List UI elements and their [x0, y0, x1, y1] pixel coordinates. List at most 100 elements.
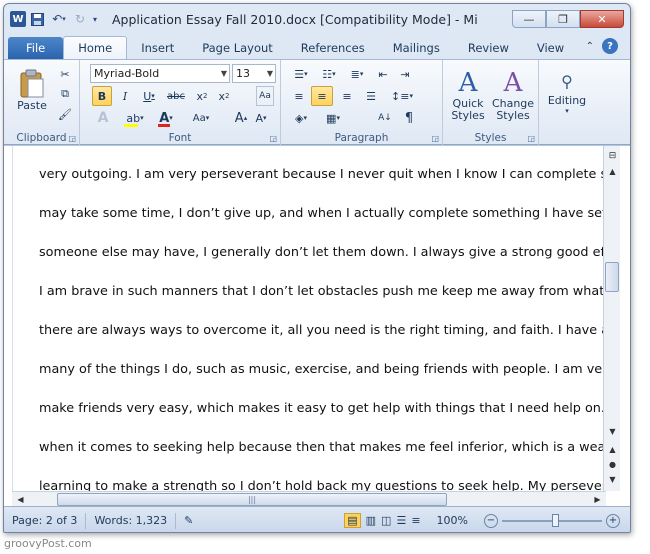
grow-font-icon[interactable]: A ▴: [232, 108, 250, 128]
minimize-ribbon-icon[interactable]: ⌃: [586, 41, 594, 52]
document-line: there are always ways to overcome it, al…: [39, 323, 606, 338]
vertical-scroll-thumb[interactable]: [605, 262, 619, 292]
zoom-level[interactable]: 100%: [429, 513, 476, 529]
font-family-value: Myriad-Bold: [94, 67, 160, 80]
tab-file[interactable]: File: [8, 37, 64, 59]
full-screen-reading-icon[interactable]: ▥: [366, 514, 376, 527]
decrease-indent-icon[interactable]: ⇤: [373, 64, 393, 84]
document-line: learning to make a strength so I don’t h…: [39, 479, 606, 491]
undo-icon[interactable]: ↶ ▾: [48, 10, 70, 28]
clipboard-launcher-icon[interactable]: ◲: [68, 134, 76, 143]
zoom-in-icon[interactable]: +: [606, 513, 620, 528]
font-color-icon[interactable]: A ▾: [154, 108, 178, 128]
justify-icon[interactable]: ☰: [361, 86, 381, 106]
tab-references[interactable]: References: [287, 37, 379, 59]
customize-qat-icon[interactable]: ▾: [90, 10, 100, 28]
tab-view[interactable]: View: [523, 37, 578, 59]
web-layout-icon[interactable]: ◫: [381, 514, 391, 527]
highlight-icon[interactable]: ab ▾: [122, 108, 148, 128]
change-styles-icon: A: [503, 68, 523, 98]
status-bar: Page: 2 of 3 Words: 1,323 ✎ ▤ ▥ ◫ ☰ ≡ 10…: [4, 506, 630, 532]
tab-home[interactable]: Home: [63, 36, 128, 59]
superscript-button[interactable]: x2: [214, 86, 234, 106]
font-size-select[interactable]: 13 ▼: [232, 64, 276, 83]
clear-formatting-icon[interactable]: Aa: [256, 86, 274, 106]
page-count[interactable]: Page: 2 of 3: [4, 512, 87, 529]
bullets-icon[interactable]: ☰ ▾: [289, 64, 313, 84]
editing-button[interactable]: ⚲ Editing ▾: [545, 64, 589, 120]
format-painter-icon[interactable]: 🖌: [56, 104, 74, 124]
scroll-down-icon[interactable]: ▼: [604, 424, 621, 439]
scroll-left-icon[interactable]: ◀: [12, 492, 29, 507]
cut-icon[interactable]: ✂: [56, 64, 74, 84]
zoom-out-icon[interactable]: −: [484, 513, 498, 528]
quick-styles-icon: A: [458, 68, 478, 98]
paste-button[interactable]: Paste: [14, 64, 50, 116]
zoom-thumb[interactable]: [552, 513, 559, 527]
next-page-icon[interactable]: ▼: [604, 472, 621, 487]
show-formatting-icon[interactable]: ¶: [399, 108, 419, 128]
copy-icon[interactable]: ⧉: [56, 84, 74, 104]
minimize-button[interactable]: —: [512, 10, 546, 28]
line-spacing-icon[interactable]: ↕≡ ▾: [389, 86, 415, 106]
tab-insert[interactable]: Insert: [127, 37, 188, 59]
view-buttons: ▤ ▥ ◫ ☰ ≡: [336, 513, 428, 529]
word-app-icon[interactable]: W: [10, 11, 26, 27]
font-launcher-icon[interactable]: ◲: [269, 134, 277, 143]
save-icon[interactable]: [29, 10, 45, 28]
word-count[interactable]: Words: 1,323: [86, 512, 177, 529]
increase-indent-icon[interactable]: ⇥: [395, 64, 415, 84]
align-center-icon[interactable]: ≡: [311, 86, 333, 106]
document-page[interactable]: very outgoing. I am very perseverant bec…: [12, 146, 606, 491]
vertical-scrollbar[interactable]: ⊟ ▲ ▼ ▲ ● ▼: [603, 146, 620, 491]
strikethrough-button[interactable]: abc: [164, 86, 188, 106]
borders-icon[interactable]: ▦ ▾: [321, 108, 345, 128]
multilevel-list-icon[interactable]: ≣ ▾: [345, 64, 369, 84]
align-left-icon[interactable]: ≡: [289, 86, 309, 106]
tab-mailings[interactable]: Mailings: [379, 37, 454, 59]
document-line: I am brave in such manners that I don’t …: [39, 284, 605, 299]
italic-button[interactable]: I: [116, 86, 134, 106]
horizontal-scroll-thumb[interactable]: |||: [57, 493, 447, 506]
sort-icon[interactable]: A↓: [375, 108, 395, 128]
underline-button[interactable]: U ▾: [138, 86, 160, 106]
paragraph-launcher-icon[interactable]: ◲: [431, 134, 439, 143]
subscript-button[interactable]: x2: [192, 86, 212, 106]
previous-page-icon[interactable]: ▲: [604, 442, 621, 457]
font-group-label: Font: [168, 132, 192, 144]
shrink-font-icon[interactable]: A ▾: [252, 108, 270, 128]
window-controls: — ❐ ✕: [512, 10, 624, 28]
editing-label: Editing: [547, 93, 587, 107]
text-effects-icon[interactable]: A: [92, 108, 114, 128]
scroll-up-icon[interactable]: ▲: [604, 164, 621, 179]
print-layout-icon[interactable]: ▤: [344, 513, 361, 528]
close-button[interactable]: ✕: [580, 10, 624, 28]
horizontal-scrollbar[interactable]: ◀ ||| ▶: [12, 491, 606, 507]
tab-page-layout[interactable]: Page Layout: [188, 37, 287, 59]
help-icon[interactable]: ?: [602, 38, 618, 54]
outline-icon[interactable]: ☰: [396, 514, 406, 527]
draft-icon[interactable]: ≡: [411, 514, 420, 527]
ruler-toggle-icon[interactable]: ⊟: [604, 148, 621, 163]
proofing-icon[interactable]: ✎: [176, 513, 201, 529]
browse-object-icon[interactable]: ●: [604, 457, 621, 472]
redo-icon[interactable]: ↻: [73, 10, 87, 28]
shading-icon[interactable]: ◈ ▾: [289, 108, 313, 128]
document-line: many of the things I do, such as music, …: [39, 362, 606, 377]
quick-styles-button[interactable]: A Quick Styles: [447, 64, 489, 126]
numbering-icon[interactable]: ☷ ▾: [317, 64, 341, 84]
styles-launcher-icon[interactable]: ◲: [527, 134, 535, 143]
change-case-icon[interactable]: Aa ▾: [188, 108, 214, 128]
align-right-icon[interactable]: ≡: [337, 86, 357, 106]
tab-review[interactable]: Review: [454, 37, 523, 59]
change-styles-button[interactable]: A Change Styles: [491, 64, 535, 126]
chevron-down-icon: ▾: [565, 106, 569, 115]
paragraph-group-label: Paragraph: [334, 132, 389, 144]
zoom-track[interactable]: [502, 513, 602, 527]
scroll-right-icon[interactable]: ▶: [589, 492, 606, 507]
bold-button[interactable]: B: [92, 86, 112, 106]
font-family-select[interactable]: Myriad-Bold ▼: [90, 64, 230, 83]
document-area: very outgoing. I am very perseverant bec…: [4, 145, 630, 507]
zoom-slider[interactable]: − +: [476, 513, 630, 529]
restore-button[interactable]: ❐: [546, 10, 580, 28]
